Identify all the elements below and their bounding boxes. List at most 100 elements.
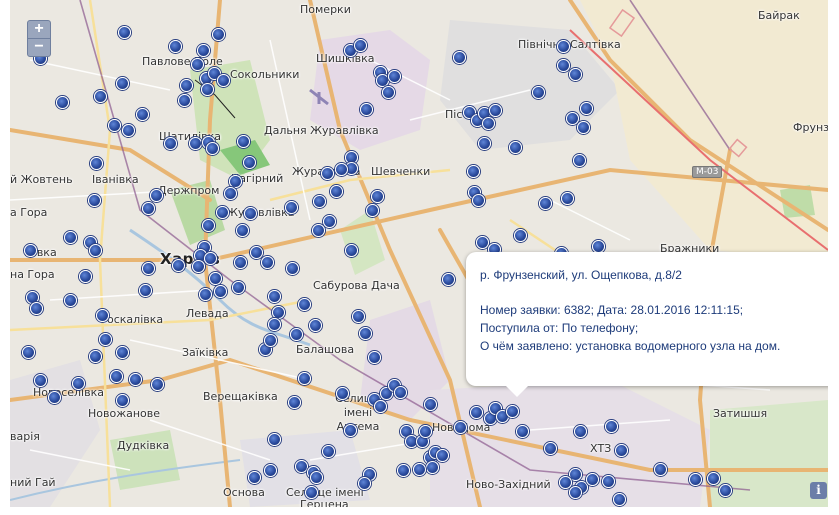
- request-marker[interactable]: [217, 74, 230, 87]
- request-marker[interactable]: [90, 157, 103, 170]
- request-marker[interactable]: [336, 387, 349, 400]
- request-marker[interactable]: [345, 244, 358, 257]
- request-marker[interactable]: [298, 372, 311, 385]
- request-marker[interactable]: [719, 484, 732, 497]
- request-marker[interactable]: [605, 420, 618, 433]
- request-marker[interactable]: [478, 137, 491, 150]
- request-marker[interactable]: [94, 90, 107, 103]
- request-marker[interactable]: [286, 262, 299, 275]
- request-marker[interactable]: [574, 425, 587, 438]
- request-marker[interactable]: [453, 51, 466, 64]
- request-marker[interactable]: [122, 124, 135, 137]
- request-marker[interactable]: [309, 319, 322, 332]
- request-marker[interactable]: [419, 425, 432, 438]
- request-marker[interactable]: [72, 377, 85, 390]
- request-marker[interactable]: [539, 197, 552, 210]
- request-marker[interactable]: [298, 298, 311, 311]
- request-marker[interactable]: [264, 464, 277, 477]
- request-marker[interactable]: [557, 59, 570, 72]
- request-marker[interactable]: [344, 424, 357, 437]
- request-marker[interactable]: [482, 117, 495, 130]
- request-marker[interactable]: [352, 310, 365, 323]
- request-marker[interactable]: [201, 83, 214, 96]
- request-marker[interactable]: [489, 104, 502, 117]
- request-marker[interactable]: [56, 96, 69, 109]
- request-marker[interactable]: [24, 244, 37, 257]
- request-marker[interactable]: [557, 40, 570, 53]
- request-marker[interactable]: [89, 244, 102, 257]
- request-marker[interactable]: [354, 39, 367, 52]
- request-marker[interactable]: [472, 194, 485, 207]
- request-marker[interactable]: [79, 270, 92, 283]
- request-marker[interactable]: [172, 259, 185, 272]
- request-marker[interactable]: [436, 449, 449, 462]
- request-marker[interactable]: [426, 461, 439, 474]
- request-marker[interactable]: [142, 262, 155, 275]
- request-marker[interactable]: [321, 167, 334, 180]
- request-marker[interactable]: [285, 201, 298, 214]
- request-marker[interactable]: [142, 202, 155, 215]
- request-marker[interactable]: [288, 396, 301, 409]
- request-marker[interactable]: [689, 473, 702, 486]
- request-marker[interactable]: [586, 473, 599, 486]
- request-marker[interactable]: [323, 215, 336, 228]
- request-marker[interactable]: [615, 444, 628, 457]
- request-marker[interactable]: [366, 204, 379, 217]
- request-marker[interactable]: [192, 260, 205, 273]
- request-marker[interactable]: [204, 252, 217, 265]
- request-marker[interactable]: [236, 224, 249, 237]
- request-marker[interactable]: [88, 194, 101, 207]
- request-marker[interactable]: [189, 137, 202, 150]
- request-marker[interactable]: [654, 463, 667, 476]
- request-marker[interactable]: [268, 433, 281, 446]
- zoom-out-button[interactable]: −: [28, 38, 50, 56]
- request-marker[interactable]: [305, 486, 318, 499]
- request-marker[interactable]: [244, 207, 257, 220]
- info-icon[interactable]: i: [810, 482, 827, 499]
- request-marker[interactable]: [544, 442, 557, 455]
- request-marker[interactable]: [206, 142, 219, 155]
- request-marker[interactable]: [197, 44, 210, 57]
- request-marker[interactable]: [413, 463, 426, 476]
- request-marker[interactable]: [214, 285, 227, 298]
- request-marker[interactable]: [139, 284, 152, 297]
- request-marker[interactable]: [96, 309, 109, 322]
- request-marker[interactable]: [360, 103, 373, 116]
- request-marker[interactable]: [424, 398, 437, 411]
- request-marker[interactable]: [243, 156, 256, 169]
- request-marker[interactable]: [191, 58, 204, 71]
- request-marker[interactable]: [116, 394, 129, 407]
- zoom-in-button[interactable]: +: [28, 21, 50, 38]
- request-marker[interactable]: [129, 373, 142, 386]
- request-marker[interactable]: [261, 256, 274, 269]
- request-marker[interactable]: [467, 165, 480, 178]
- request-marker[interactable]: [268, 290, 281, 303]
- request-marker[interactable]: [368, 351, 381, 364]
- request-marker[interactable]: [116, 77, 129, 90]
- map-canvas[interactable]: M-03 Померки Байрак Павлове Поле Сокольн…: [10, 0, 828, 507]
- request-marker[interactable]: [506, 405, 519, 418]
- request-marker[interactable]: [99, 333, 112, 346]
- request-marker[interactable]: [442, 273, 455, 286]
- request-marker[interactable]: [290, 328, 303, 341]
- request-marker[interactable]: [374, 400, 387, 413]
- request-marker[interactable]: [264, 334, 277, 347]
- request-marker[interactable]: [476, 236, 489, 249]
- request-marker[interactable]: [232, 281, 245, 294]
- request-marker[interactable]: [212, 28, 225, 41]
- request-marker[interactable]: [64, 294, 77, 307]
- request-marker[interactable]: [569, 486, 582, 499]
- request-marker[interactable]: [202, 219, 215, 232]
- request-marker[interactable]: [48, 391, 61, 404]
- request-marker[interactable]: [224, 187, 237, 200]
- request-marker[interactable]: [268, 318, 281, 331]
- request-marker[interactable]: [209, 272, 222, 285]
- request-marker[interactable]: [108, 119, 121, 132]
- request-marker[interactable]: [110, 370, 123, 383]
- request-marker[interactable]: [116, 346, 129, 359]
- request-marker[interactable]: [358, 477, 371, 490]
- request-marker[interactable]: [64, 231, 77, 244]
- request-marker[interactable]: [89, 350, 102, 363]
- request-marker[interactable]: [30, 302, 43, 315]
- request-marker[interactable]: [237, 135, 250, 148]
